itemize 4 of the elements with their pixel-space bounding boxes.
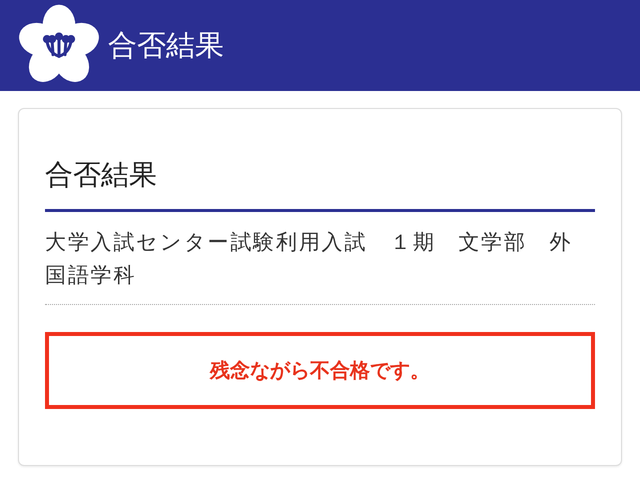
- page-title: 合否結果: [108, 26, 224, 64]
- exam-name: 大学入試センター試験利用入試 １期 文学部 外国語学科: [45, 229, 574, 289]
- result-message: 残念ながら不合格です。: [45, 332, 595, 409]
- card-title: 合否結果: [45, 157, 158, 193]
